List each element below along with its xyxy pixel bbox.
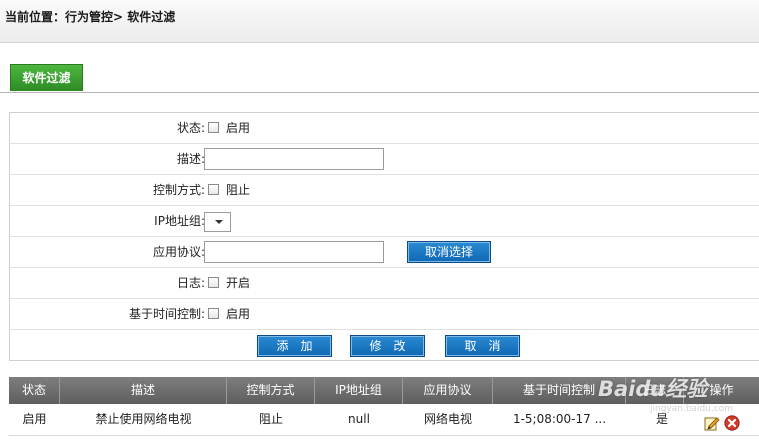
- tab-software-filter[interactable]: 软件过滤: [10, 64, 83, 91]
- cell-protocol: 网络电视: [423, 412, 472, 426]
- time-control-label: 基于时间控制:: [128, 307, 205, 321]
- form-row-actions: 添 加 修 改 取 消: [10, 330, 759, 361]
- cell-status: 启用: [22, 412, 47, 426]
- edit-icon[interactable]: [704, 412, 720, 431]
- delete-icon[interactable]: [724, 412, 740, 431]
- log-enable-label: 开启: [226, 276, 251, 290]
- status-enable-label: 启用: [226, 121, 251, 135]
- control-mode-block-checkbox[interactable]: [208, 184, 219, 195]
- column-header-ip-group: IP地址组: [315, 377, 403, 404]
- status-label: 状态:: [176, 121, 205, 135]
- column-header-status: 状态: [9, 377, 60, 404]
- cancel-button[interactable]: 取 消: [445, 335, 520, 357]
- cell-time-control: 1-5;08:00-17 ...: [512, 412, 607, 426]
- filter-form: 状态: 启用 描述: 控制方式: 阻止 IP地址组: 应用协议: 取消选择 日志…: [9, 112, 759, 361]
- form-row-ip-group: IP地址组:: [10, 206, 759, 237]
- form-row-status: 状态: 启用: [10, 113, 759, 144]
- description-label: 描述:: [176, 152, 205, 166]
- cell-description: 禁止使用网络电视: [95, 412, 192, 426]
- tab-strip: 软件过滤: [0, 64, 759, 93]
- log-label: 日志:: [176, 276, 205, 290]
- ip-group-label: IP地址组:: [154, 214, 205, 228]
- top-bar: 当前位置：行为管控> 软件过滤: [0, 0, 759, 43]
- form-row-log: 日志: 开启: [10, 268, 759, 299]
- protocol-label: 应用协议:: [152, 245, 205, 259]
- form-row-description: 描述:: [10, 144, 759, 175]
- add-button[interactable]: 添 加: [257, 335, 332, 357]
- cell-control-mode: 阻止: [258, 412, 283, 426]
- cell-ip-group: null: [348, 412, 370, 426]
- table-row: 启用 禁止使用网络电视 阻止 null 网络电视 1-5;08:00-17 ..…: [9, 404, 759, 436]
- ip-group-select[interactable]: [204, 212, 231, 232]
- time-control-enable-checkbox[interactable]: [208, 308, 219, 319]
- column-header-description: 描述: [60, 377, 227, 404]
- cancel-selection-button[interactable]: 取消选择: [407, 241, 491, 263]
- control-mode-label: 控制方式:: [152, 183, 205, 197]
- description-input[interactable]: [204, 148, 384, 170]
- baidu-watermark: Baidu经验: [598, 377, 708, 401]
- control-mode-block-label: 阻止: [226, 183, 251, 197]
- baidu-watermark-url: jingyan.baidu.com: [650, 404, 734, 414]
- status-enable-checkbox[interactable]: [208, 122, 219, 133]
- column-header-protocol: 应用协议: [403, 377, 493, 404]
- form-row-protocol: 应用协议: 取消选择: [10, 237, 759, 268]
- modify-button[interactable]: 修 改: [350, 335, 425, 357]
- chevron-down-icon: [215, 220, 223, 224]
- form-row-control-mode: 控制方式: 阻止: [10, 175, 759, 206]
- time-control-enable-label: 启用: [226, 307, 251, 321]
- log-enable-checkbox[interactable]: [208, 277, 219, 288]
- breadcrumb: 当前位置：行为管控> 软件过滤: [5, 10, 176, 24]
- form-row-time-control: 基于时间控制: 启用: [10, 299, 759, 330]
- protocol-input[interactable]: [204, 241, 384, 263]
- column-header-control-mode: 控制方式: [227, 377, 315, 404]
